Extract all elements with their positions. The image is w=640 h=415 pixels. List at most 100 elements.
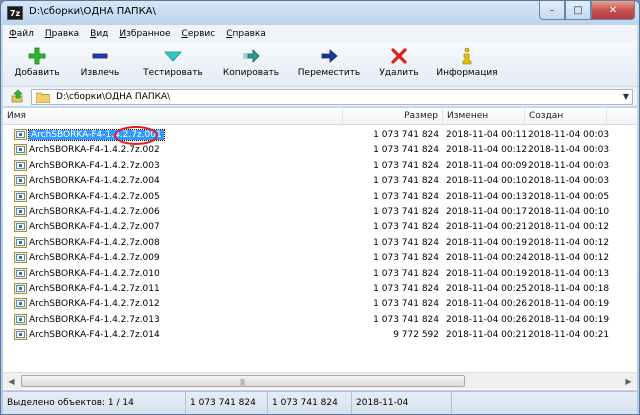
table-row[interactable]: ArchSBORKA-F4-1.4.2.7z.002 1 073 741 824 2… [3,142,637,157]
window-title: D:\сборки\ОДНА ПАПКА\ [29,6,156,17]
archive-file-icon [14,236,27,249]
delete-x-icon [390,47,408,65]
column-extra[interactable] [607,108,637,125]
file-modified: 2018-11-04 00:17 [446,206,528,217]
file-modified: 2018-11-04 00:24 [446,253,528,264]
file-name: ArchSBORKA-F4-1.4.2.7z.010 [29,268,160,279]
file-created: 2018-11-04 00:19 [528,314,610,325]
scroll-left-icon[interactable]: ◀ [3,373,20,390]
menu-file[interactable]: Файл [9,29,34,39]
menu-favorites[interactable]: Избранное [119,29,170,39]
column-modified[interactable]: Изменен [443,108,525,125]
file-name: ArchSBORKA-F4-1.4.2.7z.007 [29,222,160,233]
file-list: Имя Размер Изменен Создан ArchSBORKA-F4-… [3,108,637,390]
move-button[interactable]: Переместить [289,42,369,86]
extract-button[interactable]: Извлечь [67,42,133,86]
table-row[interactable]: ArchSBORKA-F4-1.4.2.7z.004 1 073 741 824 2… [3,173,637,188]
horizontal-scrollbar[interactable]: ◀ |||| ▶ [3,372,637,389]
minus-icon [91,47,109,65]
table-row[interactable]: ArchSBORKA-F4-1.4.2.7z.008 1 073 741 824 2… [3,235,637,250]
status-bar: Выделено объектов: 1 / 14 1 073 741 824 … [3,391,637,414]
check-down-icon [164,47,182,65]
file-created: 2018-11-04 00:03 [528,145,610,156]
copy-button[interactable]: Копировать [213,42,289,86]
file-created: 2018-11-04 00:10 [528,206,610,217]
copy-arrow-icon [242,47,260,65]
close-button[interactable]: ✕ [591,1,635,20]
file-size: 1 073 741 824 [373,191,439,202]
archive-file-icon [14,143,27,156]
file-created: 2018-11-04 00:18 [528,283,610,294]
file-created: 2018-11-04 00:12 [528,237,610,248]
file-modified: 2018-11-04 00:19 [446,237,528,248]
minimize-button[interactable]: – [539,1,565,20]
scroll-thumb[interactable]: |||| [21,375,465,387]
archive-file-icon [14,205,27,218]
column-name[interactable]: Имя [3,108,343,125]
table-row[interactable]: ArchSBORKA-F4-1.4.2.7z.011 1 073 741 824 2… [3,281,637,296]
file-modified: 2018-11-04 00:25 [446,283,528,294]
file-created: 2018-11-04 00:03 [528,160,610,171]
menu-edit[interactable]: Правка [45,29,79,39]
status-size-selected: 1 073 741 824 [186,392,268,414]
archive-file-icon [14,251,27,264]
file-size: 1 073 741 824 [373,237,439,248]
column-created[interactable]: Создан [525,108,607,125]
file-created: 2018-11-04 00:03 [528,176,610,187]
file-created: 2018-11-04 00:03 [528,130,610,140]
menu-tools[interactable]: Сервис [182,29,216,39]
file-name: ArchSBORKA-F4-1.4.2.7z.004 [29,176,160,187]
file-size: 1 073 741 824 [373,268,439,279]
window-controls: – □ ✕ [539,1,635,20]
file-modified: 2018-11-04 00:26 [446,314,528,325]
file-size: 1 073 741 824 [373,160,439,171]
file-modified: 2018-11-04 00:26 [446,299,528,310]
file-size: 1 073 741 824 [373,299,439,310]
file-name: ArchSBORKA-F4-1.4.2.7z.011 [29,283,160,294]
add-button[interactable]: Добавить [7,42,67,86]
menu-help[interactable]: Справка [226,29,266,39]
table-row[interactable]: ArchSBORKA-F4-1.4.2.7z.012 1 073 741 824 2… [3,296,637,311]
table-row[interactable]: ArchSBORKA-F4-1.4.2.7z.005 1 073 741 824 2… [3,189,637,204]
file-size: 1 073 741 824 [373,206,439,217]
plus-icon [28,47,46,65]
archive-file-icon [14,174,27,187]
file-size: 1 073 741 824 [373,283,439,294]
table-row[interactable]: ArchSBORKA-F4-1.4.2.7z.003 1 073 741 824 2… [3,158,637,173]
menu-view[interactable]: Вид [90,29,108,39]
delete-button[interactable]: Удалить [369,42,429,86]
status-size-total: 1 073 741 824 [268,392,352,414]
table-row[interactable]: ArchSBORKA-F4-1.4.2.7z.010 1 073 741 824 2… [3,266,637,281]
table-row[interactable]: ArchSBORKA-F4-1.4.2.7z.001 1 073 741 824 2… [3,127,637,142]
address-dropdown-icon[interactable]: ▼ [623,92,629,101]
maximize-button[interactable]: □ [565,1,591,20]
status-empty [452,392,637,414]
address-path: D:\сборки\ОДНА ПАПКА\ [56,92,171,102]
table-row[interactable]: ArchSBORKA-F4-1.4.2.7z.007 1 073 741 824 2… [3,219,637,234]
column-size[interactable]: Размер [343,108,443,125]
file-created: 2018-11-04 00:19 [528,299,610,310]
file-name: ArchSBORKA-F4-1.4.2.7z.013 [29,314,160,325]
address-field[interactable]: D:\сборки\ОДНА ПАПКА\ ▼ [31,89,633,105]
test-button[interactable]: Тестировать [133,42,213,86]
file-rows: ArchSBORKA-F4-1.4.2.7z.001 1 073 741 824 2… [3,127,637,342]
table-row[interactable]: ArchSBORKA-F4-1.4.2.7z.009 1 073 741 824 2… [3,250,637,265]
info-icon [458,47,476,65]
file-name: ArchSBORKA-F4-1.4.2.7z.014 [29,330,160,341]
info-button[interactable]: Информация [429,42,505,86]
table-row[interactable]: ArchSBORKA-F4-1.4.2.7z.006 1 073 741 824 2… [3,204,637,219]
app-icon: 7z [7,6,23,20]
file-created: 2018-11-04 00:12 [528,253,610,264]
up-folder-button[interactable] [11,89,25,103]
file-size: 1 073 741 824 [373,253,439,264]
app-window: 7z D:\сборки\ОДНА ПАПКА\ – □ ✕ Файл Прав… [0,0,640,415]
status-selected: Выделено объектов: 1 / 14 [3,392,186,414]
scroll-right-icon[interactable]: ▶ [620,373,637,390]
address-bar: D:\сборки\ОДНА ПАПКА\ ▼ [3,86,637,106]
file-modified: 2018-11-04 00:21 [446,222,528,233]
title-bar[interactable]: 7z D:\сборки\ОДНА ПАПКА\ – □ ✕ [1,1,639,25]
list-header: Имя Размер Изменен Создан [3,108,637,125]
table-row[interactable]: ArchSBORKA-F4-1.4.2.7z.013 1 073 741 824 2… [3,312,637,327]
file-name: ArchSBORKA-F4-1.4.2.7z.012 [29,299,160,310]
table-row[interactable]: ArchSBORKA-F4-1.4.2.7z.014 9 772 592 2018-… [3,327,637,342]
